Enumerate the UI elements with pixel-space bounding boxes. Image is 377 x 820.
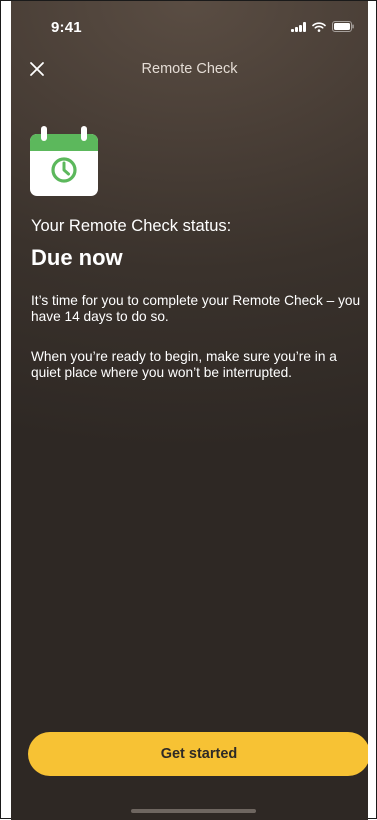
instruction-paragraph-1: It’s time for you to complete your Remot… [31, 293, 361, 324]
wifi-icon [312, 21, 326, 32]
status-icons [291, 21, 354, 32]
instruction-paragraph-2: When you’re ready to begin, make sure yo… [31, 349, 337, 380]
status-value: Due now [31, 245, 123, 270]
battery-icon [332, 21, 354, 32]
device-frame: 9:41 Remote Check Your Remote Check stat… [0, 0, 377, 820]
status-time: 9:41 [51, 19, 82, 36]
get-started-button[interactable]: Get started [28, 732, 368, 776]
status-bar: 9:41 [11, 1, 368, 45]
app-screen: 9:41 Remote Check Your Remote Check stat… [11, 1, 368, 820]
calendar-clock-icon [30, 126, 98, 201]
cellular-signal-icon [291, 21, 306, 32]
status-label: Your Remote Check status: [31, 217, 232, 235]
home-indicator [131, 809, 256, 813]
nav-bar: Remote Check [11, 53, 368, 85]
page-title: Remote Check [141, 61, 238, 77]
